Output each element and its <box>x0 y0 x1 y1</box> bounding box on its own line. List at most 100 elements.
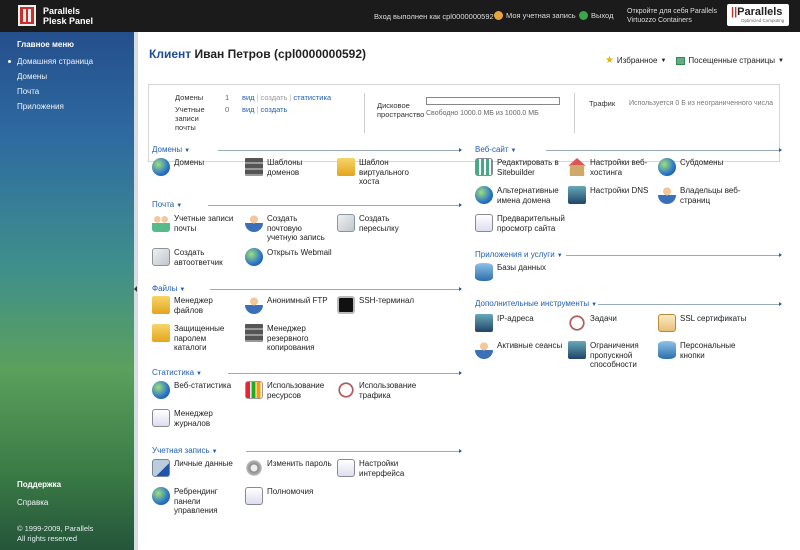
backup-icon <box>245 324 263 342</box>
sitebuilder-icon <box>475 158 493 176</box>
traffic-usage-text: Используется 0 Б из неограниченного числ… <box>629 100 774 107</box>
visited-label: Посещенные страницы <box>688 56 776 65</box>
chevron-down-icon: ▼ <box>184 148 191 154</box>
tile-panel-rebranding[interactable]: Ребрендинг панели управления <box>152 487 234 516</box>
domains-stats-link[interactable]: статистика <box>293 93 331 102</box>
tile-change-password[interactable]: Изменить пароль <box>245 459 335 477</box>
brand-name: Parallels <box>737 6 783 18</box>
tile-web-users[interactable]: Владельцы веб-страниц <box>658 186 744 205</box>
page-title: Клиент Иван Петров (cpl0000000592) <box>149 47 366 61</box>
help-link[interactable]: Справка <box>17 498 48 507</box>
logout-link[interactable]: Выход <box>579 11 613 20</box>
tile-dns-settings[interactable]: Настройки DNS <box>568 186 654 204</box>
tile-log-manager[interactable]: Менеджер журналов <box>152 409 234 428</box>
tile-domains[interactable]: Домены <box>152 158 204 176</box>
server-icon <box>245 158 263 176</box>
key-icon <box>245 459 263 477</box>
disk-usage-text: Свободно 1000.0 МБ из 1000.0 МБ <box>426 110 539 117</box>
summary-disk-label: Дисковое пространство <box>377 101 425 119</box>
tile-create-mail-account[interactable]: Создать почтовую учетную запись <box>245 214 331 243</box>
webmail-icon <box>245 248 263 266</box>
promo-link[interactable]: Откройте для себя Parallels Virtuozzo Co… <box>627 7 717 25</box>
mail-view-link[interactable]: вид <box>242 105 255 114</box>
section-account-title[interactable]: Учетная запись ▼ <box>152 446 218 455</box>
chevron-down-icon: ▼ <box>591 302 598 308</box>
tile-active-sessions[interactable]: Активные сеансы <box>475 341 565 359</box>
chevron-down-icon: ▼ <box>196 371 202 377</box>
domains-view-link[interactable]: вид <box>242 93 255 102</box>
database-icon <box>475 263 493 281</box>
tile-domain-templates[interactable]: Шаблоны доменов <box>245 158 327 177</box>
parallels-logo-icon <box>18 5 36 26</box>
plesk-logo[interactable]: Parallels Plesk Panel <box>18 5 93 26</box>
my-account-link[interactable]: Моя учетная запись <box>494 11 576 20</box>
brand-tagline: Optimized Computing <box>741 18 785 23</box>
section-files-title[interactable]: Файлы ▼ <box>152 284 185 293</box>
section-tools-title[interactable]: Дополнительные инструменты ▼ <box>475 299 597 308</box>
tile-ip-addresses[interactable]: IP-адреса <box>475 314 534 332</box>
add-user-icon <box>245 214 263 232</box>
section-domains-title[interactable]: Домены ▼ <box>152 145 190 154</box>
chevron-down-icon: ▼ <box>179 287 186 293</box>
rebranding-icon <box>152 487 170 505</box>
tile-personal-data[interactable]: Личные данные <box>152 459 242 477</box>
tile-protected-dirs[interactable]: Защищенные паролем каталоги <box>152 324 234 353</box>
logout-icon <box>579 11 588 20</box>
tile-file-manager[interactable]: Менеджер файлов <box>152 296 234 315</box>
section-mail-title[interactable]: Почта ▼ <box>152 200 182 209</box>
section-website-title[interactable]: Веб-сайт ▼ <box>475 145 516 154</box>
certificate-icon <box>658 314 676 332</box>
tile-traffic-usage[interactable]: Использование трафика <box>337 381 425 400</box>
tile-ssh-terminal[interactable]: SSH-терминал <box>337 296 427 314</box>
sidebar-item-domains[interactable]: Домены <box>17 72 47 81</box>
star-icon: ★ <box>604 55 614 66</box>
personal-data-icon <box>152 459 170 477</box>
logo-line1: Parallels <box>43 5 81 16</box>
sidebar-item-mail[interactable]: Почта <box>17 87 39 96</box>
tile-domain-aliases[interactable]: Альтернативные имена домена <box>475 186 565 205</box>
mail-create-link[interactable]: создать <box>261 105 288 114</box>
tile-ssl-certificates[interactable]: SSL сертификаты <box>658 314 746 332</box>
tile-site-preview[interactable]: Предварительный просмотр сайта <box>475 214 565 233</box>
tile-anonymous-ftp[interactable]: Анонимный FTP <box>245 296 335 314</box>
sidebar-item-applications[interactable]: Приложения <box>17 102 64 111</box>
tile-web-stats[interactable]: Веб-статистика <box>152 381 242 399</box>
tile-create-forwarding[interactable]: Создать пересылку <box>337 214 419 233</box>
tile-resource-usage[interactable]: Использование ресурсов <box>245 381 333 400</box>
logo-line2: Plesk Panel <box>43 15 94 26</box>
tile-create-autoresponder[interactable]: Создать автоответчик <box>152 248 234 267</box>
web-stats-icon <box>152 381 170 399</box>
tile-hosting-settings[interactable]: Настройки веб-хостинга <box>568 158 654 177</box>
tile-sitebuilder[interactable]: Редактировать в Sitebuilder <box>475 158 565 177</box>
bandwidth-icon <box>568 341 586 359</box>
section-apps-title[interactable]: Приложения и услуги ▼ <box>475 250 563 259</box>
section-stats-title[interactable]: Статистика ▼ <box>152 368 202 377</box>
sessions-icon <box>475 341 493 359</box>
tile-open-webmail[interactable]: Открыть Webmail <box>245 248 337 266</box>
my-account-label: Моя учетная запись <box>506 11 576 20</box>
interface-settings-icon <box>337 459 355 477</box>
tile-custom-buttons[interactable]: Персональные кнопки <box>658 341 744 360</box>
tile-bandwidth-limits[interactable]: Ограничения пропускной способности <box>568 341 654 370</box>
tile-backup-manager[interactable]: Менеджер резервного копирования <box>245 324 331 353</box>
tile-interface-settings[interactable]: Настройки интерфейса <box>337 459 423 478</box>
main-content: Клиент Иван Петров (cpl0000000592) ★ Изб… <box>138 32 800 550</box>
favorites-label: Избранное <box>616 56 658 65</box>
login-status: Вход выполнен как cpl0000000592 <box>374 12 494 21</box>
autoresponder-icon <box>152 248 170 266</box>
tile-permissions[interactable]: Полномочия <box>245 487 331 505</box>
promo-line1: Откройте для себя Parallels <box>627 8 718 15</box>
favorites-menu[interactable]: ★ Избранное ▼ <box>605 55 666 66</box>
tile-tasks[interactable]: Задачи <box>568 314 617 332</box>
tile-mail-accounts[interactable]: Учетные записи почты <box>152 214 234 233</box>
sidebar-item-home[interactable]: Домашняя страница <box>7 57 93 66</box>
permissions-icon <box>245 487 263 505</box>
parallels-brand-logo[interactable]: ||Parallels Optimized Computing <box>727 4 789 26</box>
domains-create-link: создать <box>260 93 288 102</box>
tile-subdomains[interactable]: Субдомены <box>658 158 744 176</box>
bar-chart-icon <box>245 381 263 399</box>
user-icon <box>494 11 503 20</box>
tile-vhost-template[interactable]: Шаблон виртуального хоста <box>337 158 419 187</box>
visited-pages-menu[interactable]: Посещенные страницы ▼ <box>676 56 784 65</box>
tile-databases[interactable]: Базы данных <box>475 263 546 281</box>
